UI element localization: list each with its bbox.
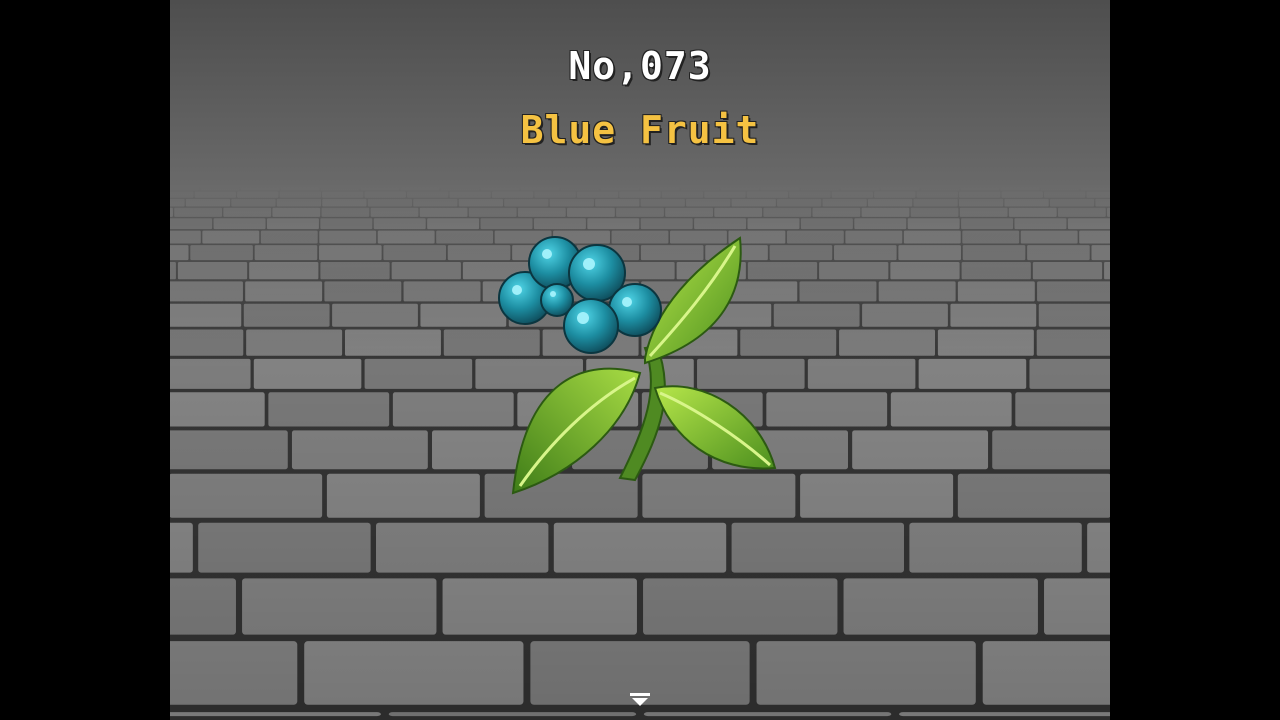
game-view[interactable]: No,073 Blue Fruit (170, 0, 1110, 720)
entry-number: No,073 (568, 44, 712, 88)
game-screen: No,073 Blue Fruit (0, 0, 1280, 720)
down-arrow-icon[interactable] (630, 693, 650, 707)
blue-fruit-icon (498, 236, 777, 495)
item-name: Blue Fruit (520, 108, 760, 152)
